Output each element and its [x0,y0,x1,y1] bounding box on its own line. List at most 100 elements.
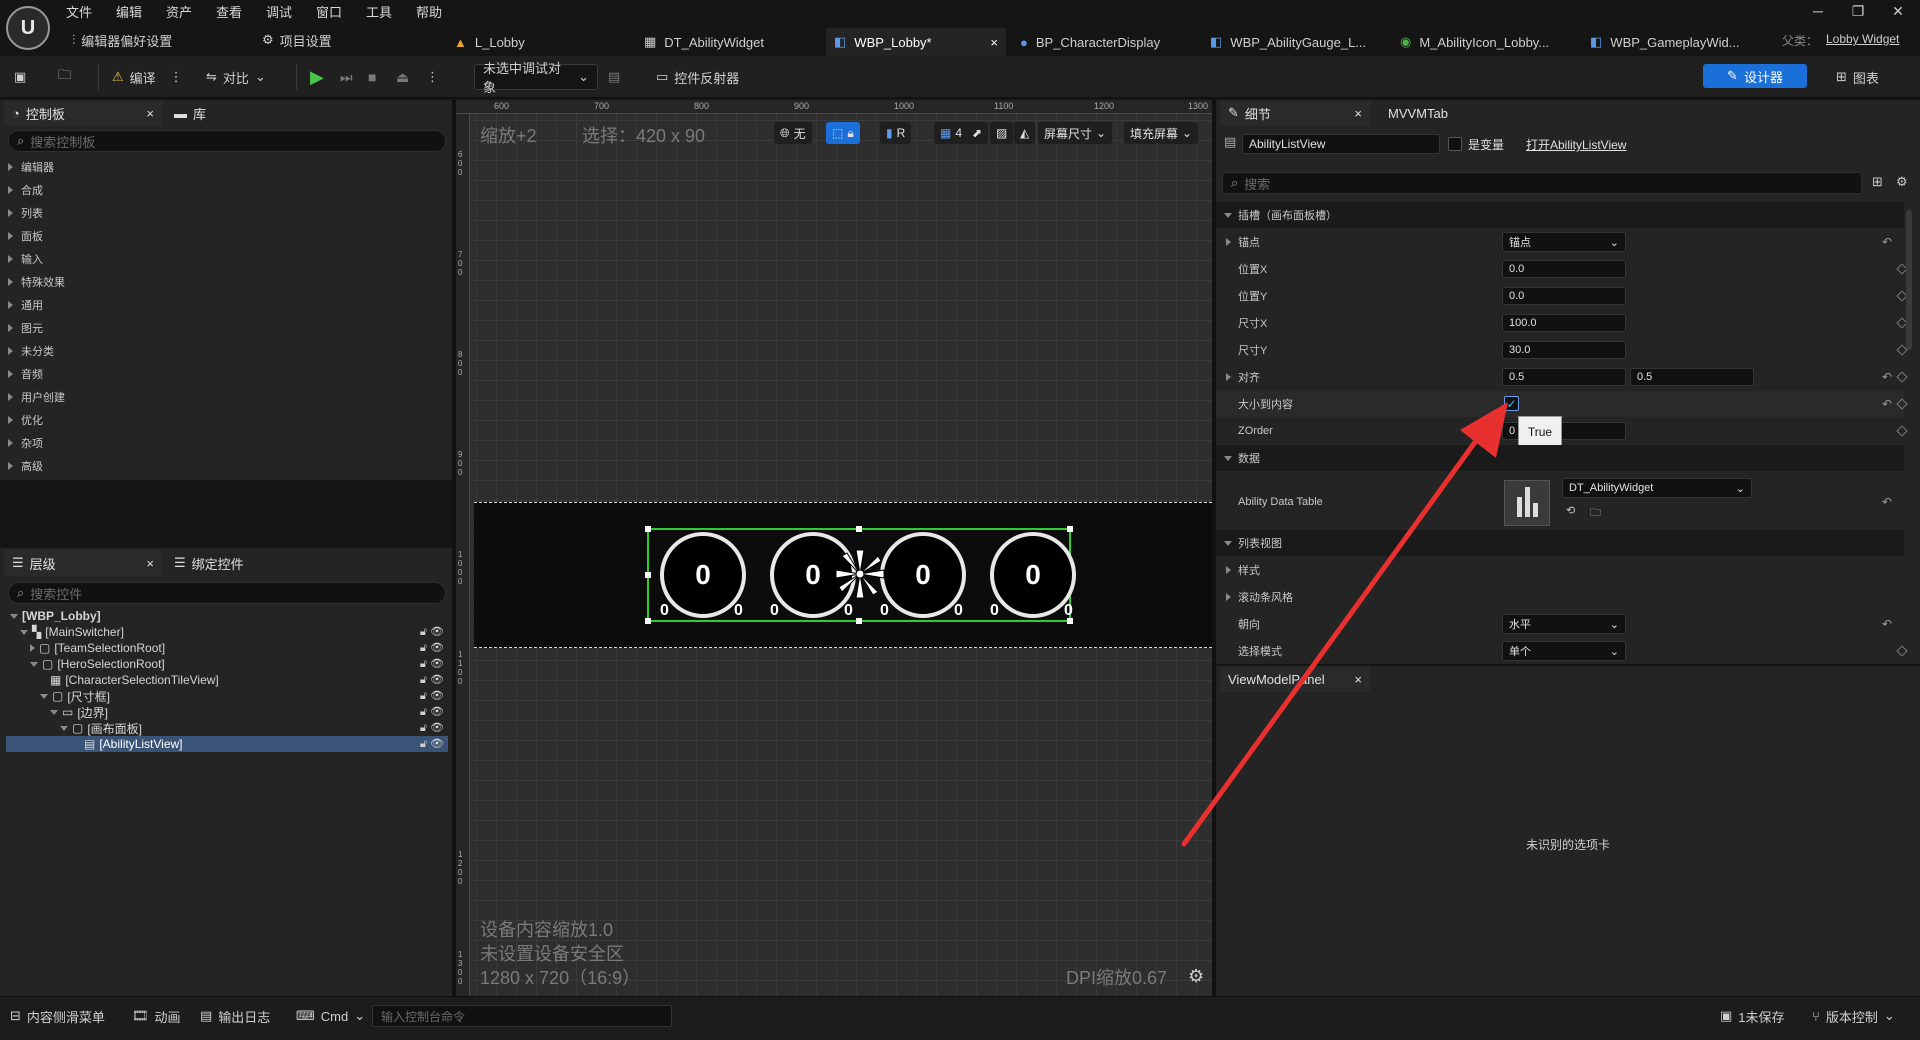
browse-asset-icon[interactable]: 🗀 [1590,504,1601,523]
palette-category[interactable]: 音频 [8,365,43,383]
palette-category[interactable]: 图元 [8,319,43,337]
resize-handle[interactable] [645,618,651,624]
tab-dt-abilitywidget[interactable]: ▦ DT_AbilityWidget [636,28,826,56]
tree-item-heroselectionroot[interactable]: ▢ [HeroSelectionRoot] 🔓︎ 👁︎ [30,656,448,672]
ability-table-dropdown[interactable]: DT_AbilityWidget ⌄ [1562,478,1752,498]
use-selected-icon[interactable]: ⟲ [1566,504,1575,517]
lock-toggle[interactable]: ⬚ 🔒︎ [826,122,860,144]
lock-eye-icons[interactable]: 🔓︎ 👁︎ [420,737,444,751]
tree-item-border[interactable]: ▭ [边界] 🔓︎ 👁︎ [50,704,448,720]
parent-class-link[interactable]: Lobby Widget [1826,32,1899,46]
tab-m-abilityicon[interactable]: ◉ M_AbilityIcon_Lobby... [1392,28,1582,56]
debug-object-dropdown[interactable]: 未选中调试对象 ⌄ [474,61,598,95]
cmd-dropdown[interactable]: ⌨ Cmd ⌄ [296,1005,365,1027]
tab-l-lobby[interactable]: ▲ L_Lobby [446,28,636,56]
flow-direction-toggle[interactable]: ⬈ [966,122,989,144]
ability-icon[interactable]: 0 0 0 [652,532,752,620]
unsaved-button[interactable]: ▣ 1未保存 [1720,1005,1785,1027]
reset-icon[interactable]: ↶ [1882,495,1892,509]
more-icon[interactable]: ⋮ [170,69,183,85]
mirror-toggle[interactable]: ◭ [1014,122,1036,144]
minimize-icon[interactable]: ─ [1798,0,1838,22]
tree-item-abilitylistview[interactable]: ▤ [AbilityListView] 🔓︎ 👁︎ [6,736,448,752]
palette-category[interactable]: 输入 [8,250,43,268]
menu-debug[interactable]: 调试 [266,2,292,20]
designer-canvas[interactable]: 600 700 800 900 1000 1100 1200 1300 600 … [456,100,1212,996]
tree-item-canvaspanel[interactable]: ▢ [画布面板] 🔓︎ 👁︎ [60,720,448,736]
tab-palette[interactable]: ◔ 控制板 × [4,100,162,126]
tree-item-characterselectiontileview[interactable]: ▦ [CharacterSelectionTileView] 🔓︎ 👁︎ [50,672,448,688]
menu-view[interactable]: 查看 [216,2,242,20]
close-icon[interactable]: × [990,35,998,50]
close-icon[interactable]: × [146,106,154,121]
tab-bind-widgets[interactable]: ☰ 绑定控件 [166,550,306,576]
version-control-button[interactable]: ⑂ 版本控制 ⌄ [1812,1005,1895,1027]
align-y-input[interactable]: 0.5 [1630,368,1754,386]
tab-hierarchy[interactable]: ☰ 层级 × [4,550,162,576]
respect-locks-toggle[interactable]: ▮ R [880,122,912,144]
more-icon[interactable]: ⋮ [426,64,439,90]
tab-wbp-abilitygauge[interactable]: ◧ WBP_AbilityGauge_L... [1202,28,1392,56]
resize-handle[interactable] [645,572,651,578]
palette-category[interactable]: 高级 [8,457,43,475]
browse-icon[interactable]: 🗀 [58,64,71,90]
menu-tools[interactable]: 工具 [366,2,392,20]
output-log-button[interactable]: ▤ 输出日志 [200,1005,270,1027]
play-icon[interactable]: ▶ [310,64,324,90]
details-search-input[interactable]: ⌕ 搜索 [1222,172,1862,194]
tree-item-mainswitcher[interactable]: ▚ [MainSwitcher] 🔓︎ 👁︎ [20,624,448,640]
settings-gear-icon[interactable]: ⚙ [1896,174,1908,190]
reset-icon[interactable]: ↶ [1882,235,1892,249]
diff-button[interactable]: ⇋ 对比 ⌄ [206,64,266,90]
palette-category[interactable]: 列表 [8,204,43,222]
tree-item-sizebox[interactable]: ▢ [尺寸框] 🔓︎ 👁︎ [40,688,448,704]
project-settings-button[interactable]: ⚙ 项目设置 [262,30,332,50]
save-icon[interactable]: ▣ [14,64,26,90]
anchors-dropdown[interactable]: 锚点 ⌄ [1502,232,1626,252]
align-x-input[interactable]: 0.5 [1502,368,1626,386]
ability-icon[interactable]: 0 0 0 [982,532,1082,620]
content-drawer-button[interactable]: ⊟ 内容侧滑菜单 [10,1005,105,1027]
debug-filter-icon[interactable]: ▤ [608,64,620,90]
restore-icon[interactable]: ❐ [1838,0,1878,22]
stop-icon[interactable]: ■ [368,64,376,90]
screen-size-dropdown[interactable]: 屏幕尺寸 ⌄ [1038,122,1113,144]
tree-item-wbp-lobby[interactable]: [WBP_Lobby] [10,608,448,624]
lock-eye-icons[interactable]: 🔓︎ 👁︎ [420,625,444,639]
tab-library[interactable]: ▬ 库 [166,100,266,126]
palette-category[interactable]: 通用 [8,296,43,314]
lock-eye-icons[interactable]: 🔓︎ 👁︎ [420,641,444,655]
menu-edit[interactable]: 编辑 [116,2,142,20]
localization-toggle[interactable]: 🌐︎ 无 [774,122,812,144]
eject-icon[interactable]: ⏏ [396,64,409,90]
resize-handle[interactable] [645,526,651,532]
tab-wbp-gameplaywidget[interactable]: ◧ WBP_GameplayWid... [1582,28,1772,56]
palette-category[interactable]: 特殊效果 [8,273,65,291]
step-icon[interactable]: ⏭ [340,64,353,90]
anchor-gizmo-icon[interactable] [832,546,888,602]
lock-eye-icons[interactable]: 🔓︎ 👁︎ [420,705,444,719]
close-icon[interactable]: × [1354,106,1362,121]
tab-wbp-lobby[interactable]: ◧ WBP_Lobby* × [826,28,1006,56]
tab-mvvm[interactable]: MVVMTab [1380,100,1500,126]
reset-icon[interactable]: ↶ [1882,397,1892,411]
palette-category[interactable]: 用户创建 [8,388,65,406]
palette-category[interactable]: 优化 [8,411,43,429]
lock-eye-icons[interactable]: 🔓︎ 👁︎ [420,689,444,703]
palette-category[interactable]: 杂项 [8,434,43,452]
section-slot[interactable]: 插槽（画布面板槽） [1216,202,1904,228]
close-icon[interactable]: × [146,556,154,571]
open-widget-link[interactable]: 打开AbilityListView [1526,136,1626,153]
selection-mode-dropdown[interactable]: 单个 ⌄ [1502,641,1626,661]
size-x-input[interactable]: 100.0 [1502,314,1626,332]
menu-help[interactable]: 帮助 [416,2,442,20]
compile-button[interactable]: ⚠ 编译 ⋮ [112,64,183,90]
orientation-dropdown[interactable]: 水平 ⌄ [1502,614,1626,634]
console-input[interactable]: 输入控制台命令 [372,1005,672,1027]
tab-bp-characterdisplay[interactable]: ● BP_CharacterDisplay [1012,28,1202,56]
lock-eye-icons[interactable]: 🔓︎ 👁︎ [420,673,444,687]
widget-reflector-button[interactable]: ▭ 控件反射器 [656,64,739,90]
tree-item-teamselectionroot[interactable]: ▢ [TeamSelectionRoot] 🔓︎ 👁︎ [30,640,448,656]
palette-category[interactable]: 未分类 [8,342,54,360]
pos-y-input[interactable]: 0.0 [1502,287,1626,305]
